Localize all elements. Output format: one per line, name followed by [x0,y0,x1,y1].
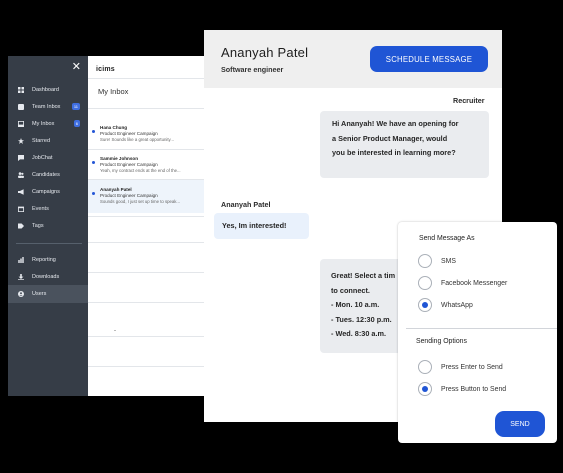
option-label: Facebook Messenger [441,279,508,287]
message-line: Hi Ananyah! We have an opening for [332,119,459,128]
message-line: you be interested in learning more? [332,148,456,157]
unread-badge: 6 [73,120,80,127]
chat-icon [18,155,24,161]
option-sms[interactable]: SMS [418,253,456,269]
option-label: SMS [441,257,456,265]
option-press-button[interactable]: Press Button to Send [418,381,506,397]
team-inbox-icon [18,104,24,110]
contact-name: Ananyah Patel [221,45,309,60]
sidebar-item-campaigns[interactable]: Campaigns [8,184,88,200]
reporting-icon [18,257,24,263]
sidebar-item-label: Starred [32,138,51,144]
close-icon[interactable]: ✕ [72,62,81,73]
message-preview: Yeah, my contract ends at the end of the… [100,168,181,173]
inbox-pane: icims My Inbox Hana Chung Product Engine… [88,56,208,396]
send-options-panel: Send Message As SMS Facebook Messenger W… [398,222,557,443]
unread-dot [92,130,95,133]
option-label: WhatsApp [441,301,473,309]
star-icon [18,138,24,144]
inbox-title: My Inbox [98,87,129,96]
sidebar-item-label: Events [32,206,49,212]
brand-logo: icims [96,66,115,73]
sidebar-item-label: My Inbox [32,121,55,127]
divider [88,302,208,303]
candidate-message: Yes, Im interested! [214,213,309,239]
radio-button[interactable] [418,360,432,374]
sidebar-item-label: Team Inbox [32,104,61,110]
divider [88,108,208,109]
option-whatsapp[interactable]: WhatsApp [418,297,473,313]
megaphone-icon [18,189,24,195]
sidebar-item-dashboard[interactable]: Dashboard [8,82,88,98]
dashboard-icon [18,87,24,93]
radio-button-selected[interactable] [418,298,432,312]
divider [88,272,208,273]
divider [406,328,557,329]
tag-icon [18,223,24,229]
option-label: Press Enter to Send [441,363,503,371]
sending-options-heading: Sending Options [416,338,467,345]
option-press-enter[interactable]: Press Enter to Send [418,359,503,375]
schedule-message-button[interactable]: SCHEDULE MESSAGE [370,46,488,72]
inbox-window: ✕ Dashboard Team Inbox 11 My Inbox 6 Sta… [8,56,208,396]
list-item[interactable]: Hana Chung Product Engineer Campaign Sur… [88,118,208,148]
divider [88,78,208,79]
radio-button[interactable] [418,276,432,290]
sidebar-item-label: Reporting [32,257,56,263]
message-preview: Sure! Sounds like a great opportunity... [100,137,174,142]
unread-dot [92,161,95,164]
contact-role: Software engineer [221,65,284,74]
sidebar-item-tags[interactable]: Tags [8,218,88,234]
divider [114,330,116,331]
unread-dot [92,192,95,195]
sidebar-item-events[interactable]: Events [8,201,88,217]
message-line: Yes, Im interested! [222,221,287,230]
radio-button[interactable] [418,254,432,268]
user-icon [18,291,24,297]
message-line: a Senior Product Manager, would [332,133,448,143]
sidebar-item-label: Candidates [32,172,60,178]
sidebar-item-jobchat[interactable]: JobChat [8,150,88,166]
nav-divider [16,243,82,244]
divider [88,242,208,243]
option-label: Press Button to Send [441,385,507,393]
sidebar-item-label: Downloads [32,274,60,280]
sidebar-item-reporting[interactable]: Reporting [8,252,88,268]
divider [88,216,208,217]
sidebar-item-label: JobChat [32,155,53,161]
inbox-icon [18,121,24,127]
unread-badge: 11 [71,103,80,110]
sidebar-item-label: Campaigns [32,189,60,195]
recruiter-label: Recruiter [453,96,485,105]
sidebar-item-team-inbox[interactable]: Team Inbox 11 [8,99,88,115]
candidate-label: Ananyah Patel [221,200,271,209]
sidebar-item-label: Dashboard [32,87,59,93]
sidebar-item-label: Tags [32,223,44,229]
radio-button-selected[interactable] [418,382,432,396]
option-facebook-messenger[interactable]: Facebook Messenger [418,275,507,291]
send-as-heading: Send Message As [419,235,475,242]
recruiter-message: Hi Ananyah! We have an opening for a Sen… [320,111,489,178]
chat-header: Ananyah Patel Software engineer SCHEDULE… [204,30,502,88]
sidebar-item-users[interactable]: Users [8,285,88,303]
message-preview: Sounds good, I just set up time to speak… [100,199,181,204]
divider [88,336,208,337]
download-icon [18,274,24,280]
send-button[interactable]: SEND [495,411,545,437]
calendar-icon [18,206,24,212]
candidates-icon [18,172,24,178]
sidebar-item-starred[interactable]: Starred [8,133,88,149]
sidebar-item-my-inbox[interactable]: My Inbox 6 [8,116,88,132]
sidebar-item-candidates[interactable]: Candidates [8,167,88,183]
list-item[interactable]: Sammie Johnson Product Engineer Campaign… [88,149,208,179]
list-item[interactable]: Ananyah Patel Product Engineer Campaign … [88,180,208,213]
divider [88,366,208,367]
sidebar-item-label: Users [32,291,47,297]
sidebar: ✕ Dashboard Team Inbox 11 My Inbox 6 Sta… [8,56,88,396]
sidebar-item-downloads[interactable]: Downloads [8,269,88,285]
